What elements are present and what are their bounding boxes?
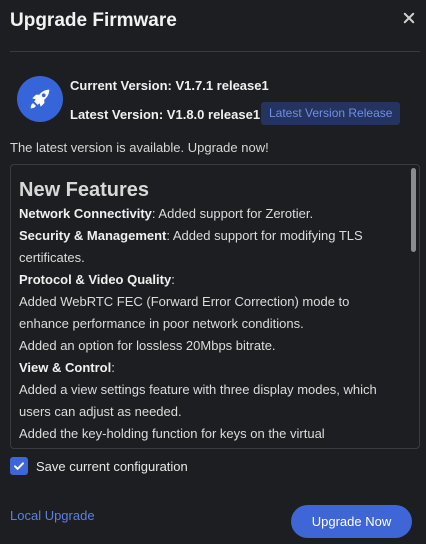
release-note-line: Network Connectivity: Added support for … — [19, 203, 401, 225]
release-note-line: Protocol & Video Quality: — [19, 269, 401, 291]
rocket-icon — [17, 76, 63, 122]
release-note-line: Added a view settings feature with three… — [19, 379, 401, 423]
save-config-checkbox-row[interactable]: Save current configuration — [10, 457, 188, 475]
release-note-category: View & Control — [19, 360, 112, 375]
status-text: The latest version is available. Upgrade… — [10, 140, 269, 155]
release-note-text: Added an option for lossless 20Mbps bitr… — [19, 338, 276, 353]
release-notes-content: New Features Network Connectivity: Added… — [19, 177, 401, 445]
latest-version: Latest Version: V1.8.0 release1 — [70, 107, 261, 122]
upgrade-now-button[interactable]: Upgrade Now — [291, 505, 412, 538]
local-upgrade-link[interactable]: Local Upgrade — [10, 508, 95, 523]
release-note-text: Added WebRTC FEC (Forward Error Correcti… — [19, 294, 350, 331]
rocket-icon-glyph — [30, 89, 50, 109]
save-config-label: Save current configuration — [36, 458, 188, 474]
release-note-category: Network Connectivity — [19, 206, 152, 221]
release-note-text: : — [171, 272, 175, 287]
release-note-text: Added a view settings feature with three… — [19, 382, 377, 419]
release-notes-scrollbar[interactable] — [411, 168, 416, 252]
release-notes-heading: New Features — [19, 179, 150, 201]
dialog-title: Upgrade Firmware — [10, 10, 177, 31]
release-note-line: Added an option for lossless 20Mbps bitr… — [19, 335, 401, 357]
latest-version-release-link[interactable]: Latest Version Release — [261, 102, 401, 125]
close-icon[interactable] — [402, 11, 416, 25]
release-note-text: Added the key-holding function for keys … — [19, 426, 325, 441]
current-version: Current Version: V1.7.1 release1 — [70, 78, 269, 93]
release-note-line: View & Control: — [19, 357, 401, 379]
checkmark-icon — [14, 462, 24, 470]
header-divider — [10, 51, 420, 52]
release-notes-panel[interactable]: New Features Network Connectivity: Added… — [10, 164, 420, 449]
release-note-category: Protocol & Video Quality — [19, 272, 172, 287]
save-config-checkbox[interactable] — [10, 457, 28, 475]
release-note-category: Security & Management — [19, 228, 167, 243]
release-note-text: : — [111, 360, 115, 375]
upgrade-firmware-dialog: Upgrade Firmware Current Version: V1.7.1… — [0, 0, 426, 544]
release-note-line: Added the key-holding function for keys … — [19, 423, 401, 445]
release-note-line: Security & Management: Added support for… — [19, 225, 401, 269]
release-note-text: : Added support for Zerotier. — [151, 206, 314, 221]
release-note-line: Added WebRTC FEC (Forward Error Correcti… — [19, 291, 401, 335]
